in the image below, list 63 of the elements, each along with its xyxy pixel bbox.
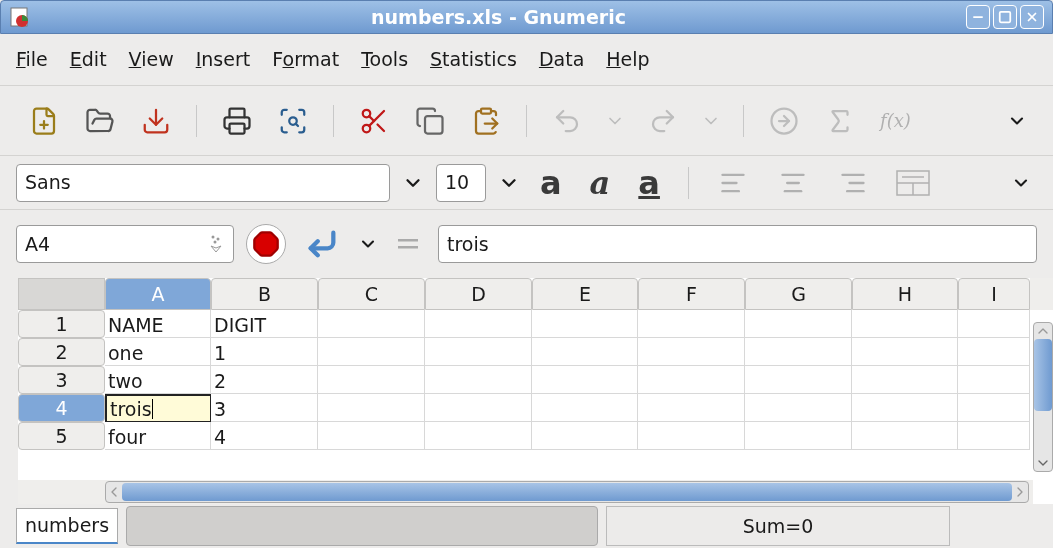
cancel-button[interactable]	[246, 224, 286, 264]
table-cell: 3	[211, 394, 318, 422]
menu-item[interactable]: Insert	[195, 45, 251, 74]
formula-field[interactable]: trois	[438, 225, 1037, 263]
font-size-field[interactable]: 10	[436, 163, 486, 202]
active-cell: trois	[105, 394, 211, 422]
vertical-scrollbar[interactable]	[1033, 322, 1053, 472]
scrollbar-thumb[interactable]	[122, 483, 1012, 501]
window-title: numbers.xls - Gnumeric	[370, 4, 627, 30]
menu-item[interactable]: Tools	[361, 45, 409, 74]
column-header[interactable]: E	[532, 278, 638, 310]
menu-item[interactable]: Format	[272, 45, 340, 74]
column-header[interactable]: B	[211, 278, 318, 310]
row-header[interactable]: 1	[18, 310, 105, 338]
sum-display: Sum=0	[606, 506, 951, 546]
scrollbar-thumb[interactable]	[1034, 339, 1052, 411]
copy-icon	[415, 105, 445, 136]
underline-button[interactable]: a	[630, 166, 668, 199]
row-header[interactable]: 2	[18, 338, 105, 366]
bold-button[interactable]: a	[532, 166, 570, 199]
menu-item[interactable]: Edit	[69, 45, 107, 74]
menu-item[interactable]: Help	[606, 45, 650, 74]
close-icon	[1025, 10, 1039, 24]
table-cell: DIGIT	[211, 310, 318, 338]
table-cell: NAME	[105, 310, 211, 338]
merge-cells-icon	[895, 169, 930, 196]
column-header[interactable]: D	[425, 278, 532, 310]
row-header[interactable]: 5	[18, 422, 105, 450]
table-cell	[958, 366, 1030, 394]
table-cell	[958, 422, 1030, 450]
menu-item[interactable]: Data	[538, 45, 585, 74]
table-cell	[958, 338, 1030, 366]
italic-button[interactable]: a	[581, 166, 619, 199]
sheet-tab[interactable]: numbers	[16, 508, 119, 544]
column-header[interactable]: F	[638, 278, 745, 310]
menu-item[interactable]: File	[16, 45, 48, 74]
maximize-button[interactable]	[993, 5, 1017, 29]
table-cell: one	[105, 338, 211, 366]
minimize-button[interactable]	[966, 5, 990, 29]
column-header[interactable]: I	[958, 278, 1030, 310]
column-header[interactable]: H	[852, 278, 958, 310]
horizontal-scrollbar[interactable]	[105, 481, 1029, 503]
column-header[interactable]: G	[745, 278, 852, 310]
stop-icon	[252, 230, 280, 258]
column-header[interactable]: C	[318, 278, 425, 310]
goto-icon	[769, 105, 799, 136]
select-all-corner[interactable]	[18, 278, 105, 310]
table-cell: four	[105, 422, 211, 450]
printer-icon	[222, 105, 252, 136]
table-cell: 4	[211, 422, 318, 450]
menu-item[interactable]: Statistics	[430, 45, 517, 74]
maximize-icon	[998, 10, 1012, 24]
equals-icon	[398, 239, 418, 249]
table-cell: 2	[211, 366, 318, 394]
cell-name-field[interactable]: A4	[16, 225, 234, 263]
font-field[interactable]: Sans	[16, 163, 390, 202]
table-cell: 1	[211, 338, 318, 366]
menu-item[interactable]: View	[128, 45, 174, 74]
table-cell	[958, 394, 1030, 422]
table-cell	[958, 310, 1030, 338]
close-button[interactable]	[1020, 5, 1044, 29]
row-header[interactable]: 3	[18, 366, 105, 394]
app-icon	[9, 6, 31, 28]
